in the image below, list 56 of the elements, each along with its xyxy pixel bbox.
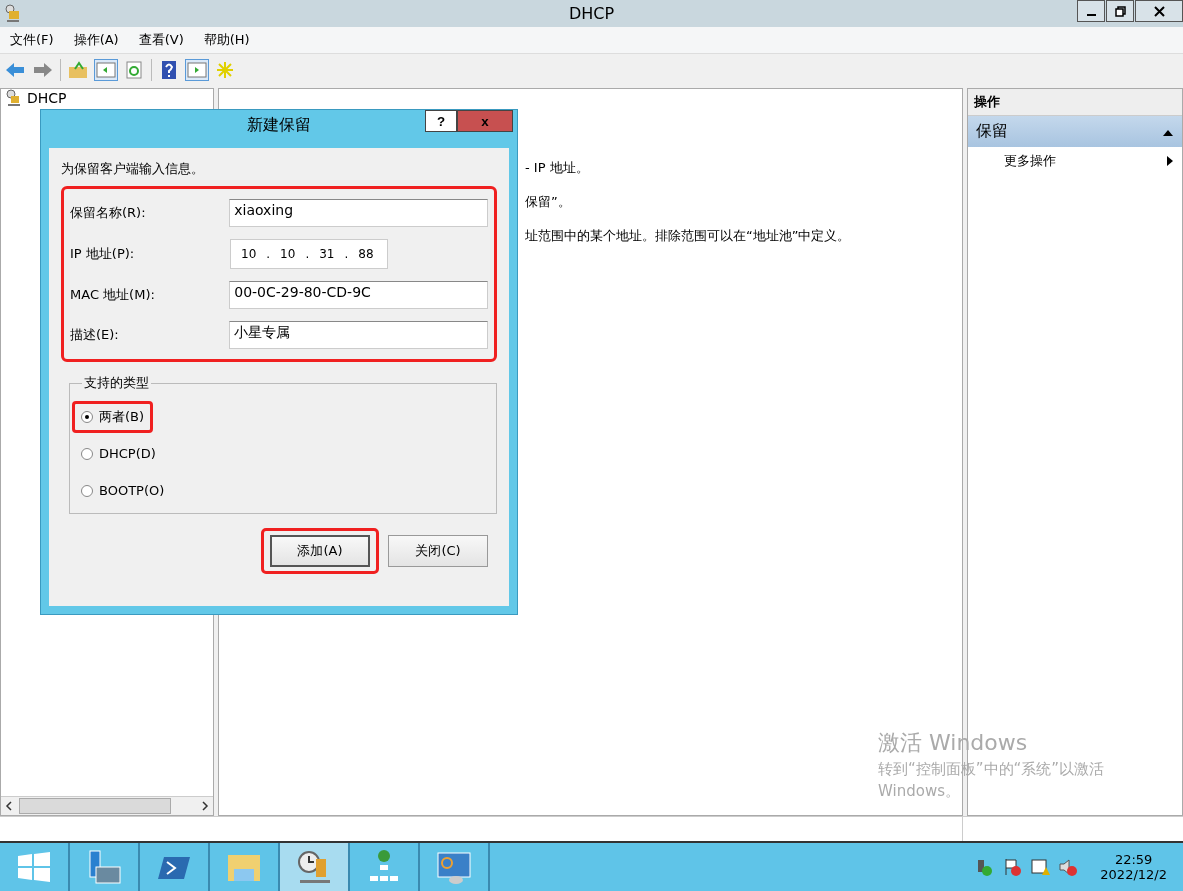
input-field[interactable]: 00-0C-29-80-CD-9C (229, 281, 488, 309)
help-button[interactable]: ? (425, 110, 457, 132)
horizontal-scrollbar[interactable] (1, 796, 213, 815)
control-panel-icon (434, 849, 474, 885)
menu-item[interactable]: 查看(V) (128, 31, 194, 49)
close-button[interactable] (1135, 0, 1183, 22)
description-text: 保留”。 (525, 193, 572, 211)
trophy-icon (5, 89, 23, 107)
action-link[interactable]: 更多操作 (1004, 152, 1056, 170)
field-label: IP 地址(P): (70, 245, 136, 263)
clock-date: 2022/12/2 (1100, 867, 1167, 882)
input-field[interactable]: 小星专属 (229, 321, 488, 349)
tree-item[interactable]: DHCP (27, 90, 67, 106)
menu-item[interactable]: 文件(F) (0, 31, 64, 49)
taskbar-app[interactable] (280, 843, 350, 891)
instruction-text: 为保留客户端输入信息。 (61, 160, 205, 178)
section-title: 保留 (976, 121, 1008, 142)
menu-item[interactable]: 操作(A) (63, 31, 129, 49)
dialog-title: 新建保留 (247, 114, 311, 136)
group-label: 支持的类型 (83, 374, 150, 392)
menu-item[interactable]: 帮助(H) (193, 31, 260, 49)
window-title: DHCP (568, 4, 615, 23)
radio-option[interactable]: BOOTP(O) (72, 476, 174, 505)
restore-button[interactable] (1106, 0, 1134, 22)
actions-header: 操作 (968, 89, 1182, 116)
clock-time: 22:59 (1114, 852, 1153, 867)
input-field[interactable]: xiaoxing (229, 199, 488, 227)
network-warning-icon[interactable] (1030, 857, 1051, 877)
scroll-thumb[interactable] (19, 798, 171, 814)
close-button[interactable]: x (457, 110, 513, 132)
field-label: 描述(E): (70, 326, 120, 344)
ip-address-field[interactable]: 10 . 10 . 31 . 88 (230, 239, 388, 269)
restore-icon (1114, 5, 1126, 17)
folder-icon[interactable] (67, 60, 89, 80)
field-label: 保留名称(R): (70, 204, 147, 222)
field-label: MAC 地址(M): (70, 286, 156, 304)
submenu-arrow-icon (1166, 155, 1174, 167)
radio-option[interactable]: DHCP(D) (72, 439, 165, 468)
radio-option[interactable]: 两者(B) (72, 400, 154, 433)
refresh-icon[interactable] (123, 60, 145, 80)
forward-arrow-icon[interactable] (32, 60, 54, 80)
minimize-button[interactable] (1077, 0, 1105, 22)
activation-text: Windows。 (878, 781, 961, 802)
description-text: - IP 地址。 (525, 159, 590, 177)
windows-icon (16, 851, 52, 883)
close-icon (1153, 5, 1165, 17)
pane-icon[interactable] (95, 60, 117, 80)
back-arrow-icon[interactable] (4, 60, 26, 80)
pane-icon[interactable] (186, 60, 208, 80)
flag-error-icon[interactable] (1002, 857, 1023, 877)
description-text: 址范围中的某个地址。排除范围可以在“地址池”中定义。 (525, 227, 852, 245)
minimize-icon (1086, 14, 1096, 16)
dialog-button[interactable]: 关闭(C) (388, 535, 488, 567)
actions-section[interactable]: 保留 (968, 116, 1182, 147)
speaker-muted-icon[interactable] (1058, 857, 1079, 877)
dialog-button[interactable]: 添加(A) (270, 535, 370, 567)
